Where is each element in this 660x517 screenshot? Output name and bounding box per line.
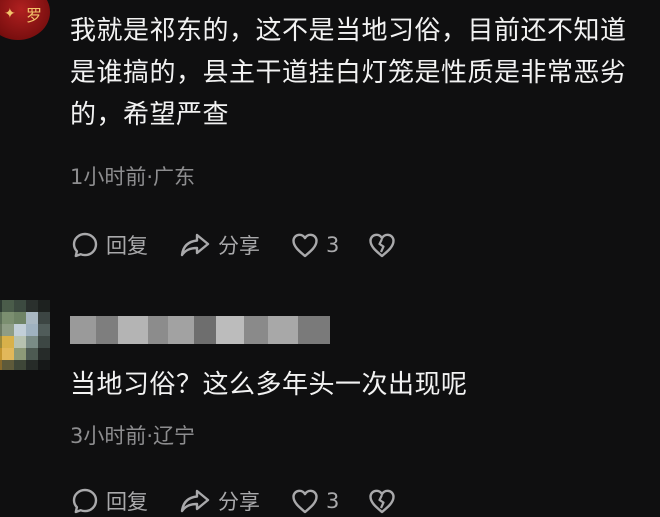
reply-label: 回复 bbox=[106, 490, 148, 514]
broken-heart-icon bbox=[369, 233, 396, 258]
like-count: 3 bbox=[326, 489, 340, 513]
comment-text: 我就是祁东的，这不是当地习俗，目前还不知道是谁搞的，县主干道挂白灯笼是性质是非常… bbox=[70, 16, 627, 130]
comment-meta: 3小时前·辽宁 bbox=[70, 424, 196, 448]
share-button[interactable]: 分享 bbox=[178, 230, 260, 260]
comment-actions: 回复 分享 3 bbox=[70, 485, 433, 517]
share-button[interactable]: 分享 bbox=[178, 486, 260, 516]
share-icon bbox=[180, 233, 210, 257]
heart-icon bbox=[292, 233, 318, 258]
comment-meta: 1小时前·广东 bbox=[70, 165, 196, 189]
username-blurred[interactable] bbox=[70, 316, 330, 344]
share-label: 分享 bbox=[218, 234, 260, 258]
like-button[interactable]: 3 bbox=[290, 231, 339, 259]
reply-button[interactable]: 回复 bbox=[70, 486, 148, 516]
broken-heart-icon bbox=[369, 489, 396, 514]
reply-icon bbox=[72, 232, 98, 258]
dislike-button[interactable] bbox=[367, 487, 403, 515]
comment-text: 当地习俗？这么多年头一次出现呢 bbox=[70, 370, 468, 400]
share-label: 分享 bbox=[218, 490, 260, 514]
like-button[interactable]: 3 bbox=[290, 487, 339, 515]
avatar-blurred[interactable] bbox=[0, 300, 50, 370]
dislike-button[interactable] bbox=[367, 231, 403, 259]
reply-icon bbox=[72, 488, 98, 514]
avatar[interactable]: 罗 ✦ bbox=[0, 0, 50, 40]
reply-button[interactable]: 回复 bbox=[70, 230, 148, 260]
comment-actions: 回复 分享 3 bbox=[70, 229, 433, 261]
heart-icon bbox=[292, 489, 318, 514]
avatar-decoration-icon: ✦ bbox=[4, 6, 16, 22]
avatar-glyph: 罗 bbox=[26, 6, 43, 25]
reply-label: 回复 bbox=[106, 234, 148, 258]
like-count: 3 bbox=[326, 233, 340, 257]
share-icon bbox=[180, 489, 210, 513]
